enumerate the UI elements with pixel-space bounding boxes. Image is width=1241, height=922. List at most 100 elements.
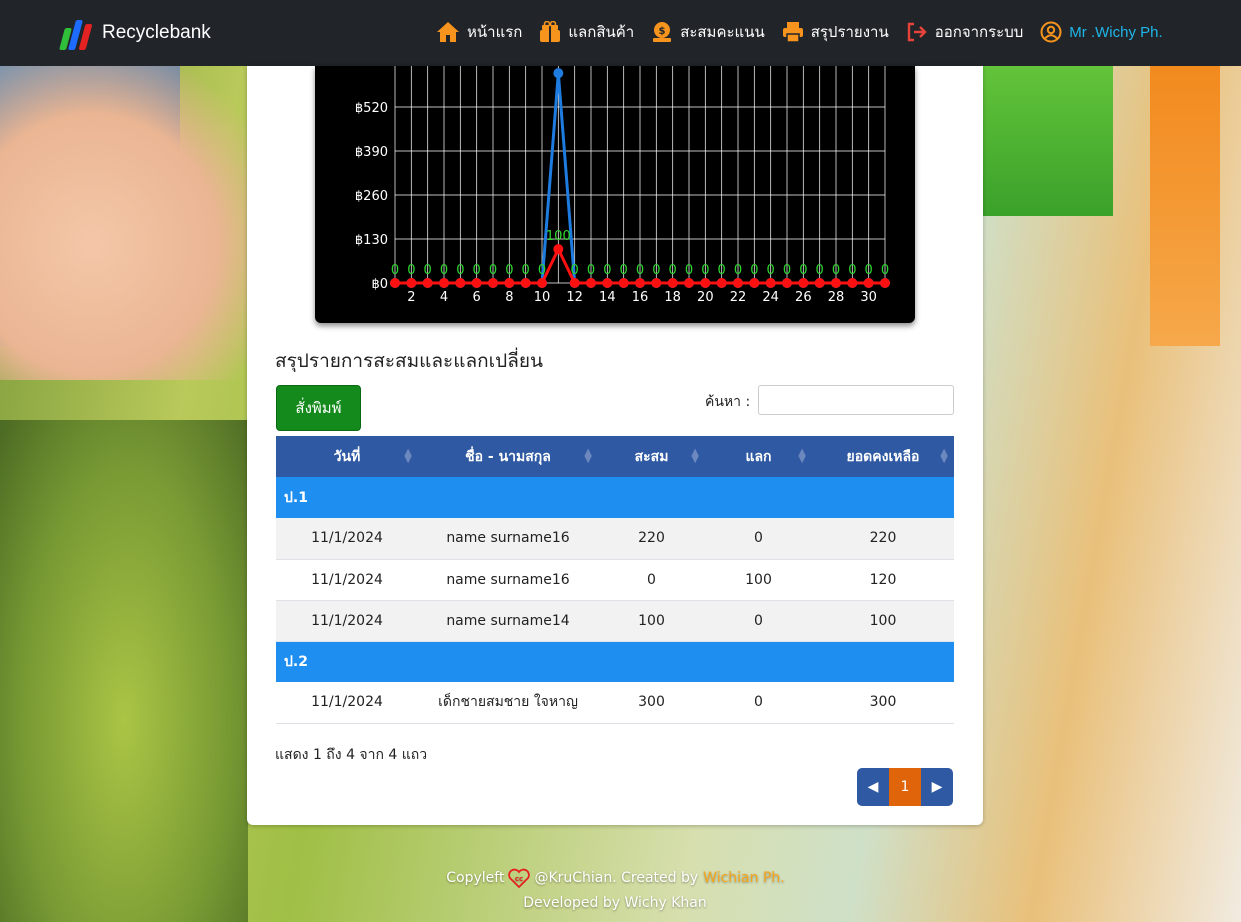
sort-icon: ▲ ▼ [798, 447, 806, 465]
next-page-button[interactable]: ▶ [921, 768, 953, 806]
data-label: 100 [546, 229, 571, 244]
series-point [455, 278, 466, 288]
column-header-date[interactable]: วันที่ ▲ ▼ [276, 436, 418, 477]
x-tick-label: 20 [697, 290, 714, 305]
background-image [0, 420, 248, 922]
data-label: 0 [636, 263, 644, 278]
brand-link[interactable]: Recyclebank [58, 16, 211, 50]
prev-page-button[interactable]: ◀ [857, 768, 889, 806]
x-tick-label: 22 [730, 290, 747, 305]
series-point [602, 278, 613, 288]
data-label: 0 [669, 263, 677, 278]
y-tick-label: ฿520 [355, 101, 388, 116]
nav-label-redeem: แลกสินค้า [568, 24, 635, 41]
series-point [814, 278, 825, 288]
data-label: 0 [489, 263, 497, 278]
series-point [520, 278, 531, 288]
brand-logo-icon [58, 16, 96, 50]
caret-left-icon: ◀ [867, 779, 879, 795]
series-point [798, 278, 809, 288]
series-point [635, 278, 645, 288]
sort-icon: ▲ ▼ [584, 447, 592, 465]
series-point [439, 278, 449, 288]
footer-copyleft: Copyleft [446, 870, 505, 886]
series-point [880, 278, 890, 288]
data-label: 0 [505, 263, 513, 278]
series-point [765, 278, 776, 288]
nav-item-redeem[interactable]: แลกสินค้า [539, 20, 634, 44]
series-point [733, 278, 743, 288]
column-header-collected[interactable]: สะสม ▲ ▼ [598, 436, 705, 477]
table-row: 11/1/2024 เด็กชายสมชาย ใจหาญ 300 0 300 [276, 682, 954, 724]
nav-label-home: หน้าแรก [467, 24, 523, 41]
column-header-redeemed[interactable]: แลก ▲ ▼ [705, 436, 812, 477]
group-row: ป.1 [276, 477, 954, 518]
report-table: วันที่ ▲ ▼ ชื่อ - นามสกุล ▲ ▼ สะสม ▲ ▼ แลก ▲ ▼ ย… [276, 436, 954, 724]
series-point [700, 278, 711, 288]
creative-commons-heart-icon: cc [508, 868, 531, 888]
data-label: 0 [522, 263, 530, 278]
x-tick-label: 4 [440, 290, 448, 305]
x-tick-label: 26 [795, 290, 812, 305]
nav-label-collect-points: สะสมคะแนน [680, 24, 765, 41]
data-label: 0 [783, 263, 791, 278]
table-row: 11/1/2024 name surname16 0 100 120 [276, 559, 954, 601]
data-label: 0 [701, 263, 709, 278]
x-tick-label: 24 [762, 290, 779, 305]
nav-item-user[interactable]: Mr .Wichy Ph. [1040, 21, 1163, 43]
nav-label-user: Mr .Wichy Ph. [1069, 23, 1163, 41]
table-row: 11/1/2024 name surname16 220 0 220 [276, 518, 954, 560]
series-point [422, 278, 433, 288]
table-row: 11/1/2024 name surname14 100 0 100 [276, 600, 954, 642]
nav-item-logout[interactable]: ออกจากระบบ [906, 20, 1024, 44]
series-point [716, 278, 727, 288]
x-tick-label: 16 [632, 290, 649, 305]
page-button[interactable]: 1 [889, 768, 921, 806]
series-point [390, 278, 400, 288]
series-point [553, 68, 564, 79]
data-label: 0 [865, 263, 873, 278]
svg-text:$: $ [659, 26, 666, 37]
data-label: 0 [718, 263, 726, 278]
nav-label-logout: ออกจากระบบ [934, 24, 1024, 41]
series-point [847, 278, 858, 288]
data-label: 0 [456, 263, 464, 278]
x-tick-label: 18 [664, 290, 681, 305]
search-input[interactable] [758, 385, 954, 415]
nav-label-report: สรุปรายงาน [810, 24, 889, 41]
series-point [504, 278, 515, 288]
column-header-name[interactable]: ชื่อ - นามสกุล ▲ ▼ [418, 436, 598, 477]
top-navbar: Recyclebank หน้าแรก แลกสินค้า $ สะสมคะแน… [0, 0, 1241, 66]
daily-points-chart: ฿0฿130฿260฿390฿5202 4 6 8 10 12 14 16 18 20 22 24 26… [355, 62, 890, 305]
x-tick-label: 12 [566, 290, 583, 305]
nav-item-report[interactable]: สรุปรายงาน [782, 20, 889, 44]
data-label: 0 [685, 263, 693, 278]
series-point [749, 278, 760, 288]
table-info: แสดง 1 ถึง 4 จาก 4 แถว [275, 747, 428, 763]
x-tick-label: 14 [599, 290, 616, 305]
footer-creator-link[interactable]: Wichian Ph. [703, 870, 785, 886]
column-header-balance[interactable]: ยอดคงเหลือ ▲ ▼ [812, 436, 954, 477]
x-tick-label: 30 [860, 290, 877, 305]
chart-container: ฿0 ฿130 ฿260 ฿390 ฿520 2 4 6 8 10 12 14 16 18 20 22 24 26… [315, 62, 915, 323]
print-button[interactable]: สั่งพิมพ์ [276, 385, 361, 431]
group-row: ป.2 [276, 641, 954, 682]
x-tick-label: 28 [828, 290, 845, 305]
data-label: 0 [767, 263, 775, 278]
data-label: 0 [473, 263, 481, 278]
nav-item-collect-points[interactable]: $ สะสมคะแนน [651, 20, 765, 44]
pagination: ◀ 1 ▶ [857, 768, 953, 806]
series-point [684, 278, 694, 288]
svg-text:cc: cc [515, 875, 523, 883]
data-label: 0 [750, 263, 758, 278]
data-label: 0 [603, 263, 611, 278]
coin-icon: $ [653, 22, 672, 42]
printer-icon [782, 22, 803, 43]
footer-author: @KruChian. Created by [534, 870, 699, 886]
y-tick-label: ฿390 [355, 145, 388, 160]
data-label: 0 [424, 263, 432, 278]
data-label: 0 [799, 263, 807, 278]
nav-item-home[interactable]: หน้าแรก [436, 20, 522, 44]
series-point [537, 278, 547, 288]
table-header-row: วันที่ ▲ ▼ ชื่อ - นามสกุล ▲ ▼ สะสม ▲ ▼ แลก ▲ ▼ ย… [276, 436, 954, 477]
